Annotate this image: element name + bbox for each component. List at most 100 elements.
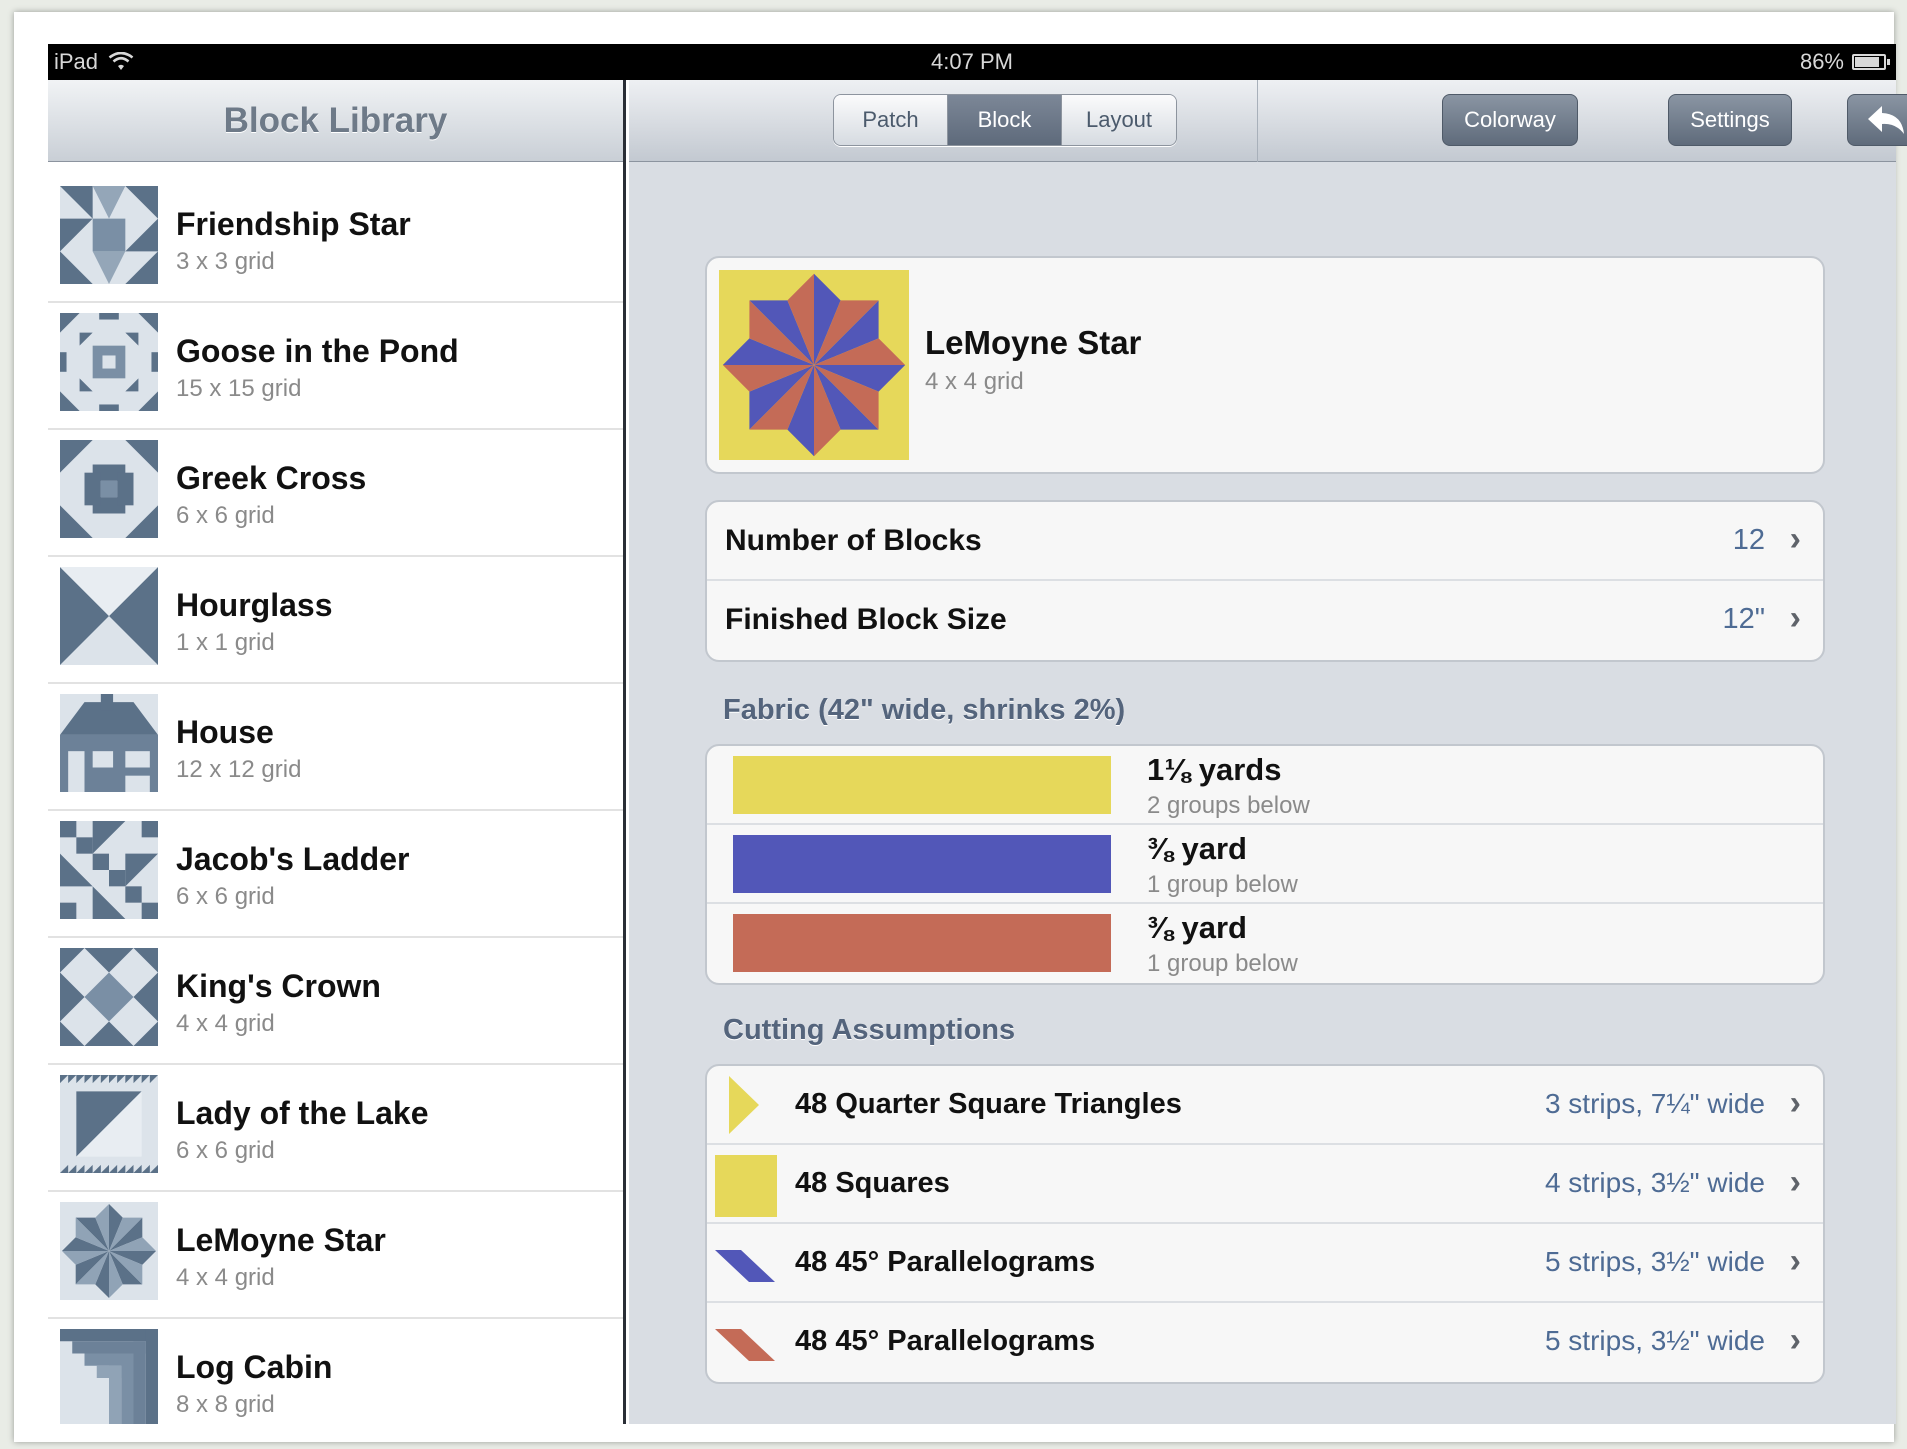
list-item[interactable]: Hourglass 1 x 1 grid [48,557,623,684]
cutting-value: 5 strips, 3½" wide [1544,1246,1765,1277]
selected-block-card: LeMoyne Star 4 x 4 grid [705,256,1825,474]
block-grid: 6 x 6 grid [176,883,275,910]
block-name: House [176,714,274,750]
row-label: Finished Block Size [725,603,1007,636]
block-grid: 4 x 4 grid [176,1264,275,1291]
block-name: Lady of the Lake [176,1095,429,1131]
parallelogram-icon [715,1329,775,1361]
block-grid: 12 x 12 grid [176,756,302,783]
chevron-right-icon: › [1789,1084,1801,1122]
cutting-row[interactable]: 48 Squares 4 strips, 3½" wide › [707,1145,1823,1224]
chevron-right-icon: › [1789,1163,1801,1201]
settings-button[interactable]: Settings [1668,94,1792,146]
list-item[interactable]: Lady of the Lake 6 x 6 grid [48,1065,623,1192]
row-value: 12" [1722,603,1765,635]
sidebar-title: Block Library [48,80,623,162]
cutting-group: 48 Quarter Square Triangles 3 strips, 7¼… [705,1064,1825,1384]
row-value: 12 [1732,524,1765,556]
fabric-row[interactable]: 1⅛ yards 2 groups below [707,746,1823,825]
list-item[interactable]: Goose in the Pond 15 x 15 grid [48,303,623,430]
fabric-row[interactable]: ⅜ yard 1 group below [707,825,1823,904]
fabric-amount: ⅜ yard [1147,910,1247,945]
chevron-right-icon: › [1789,599,1801,637]
tab-patch[interactable]: Patch [834,95,948,145]
block-grid: 3 x 3 grid [176,248,275,275]
number-of-blocks-row[interactable]: Number of Blocks 12 › [707,502,1823,581]
list-item[interactable]: King's Crown 4 x 4 grid [48,938,623,1065]
block-grid: 6 x 6 grid [176,1137,275,1164]
status-bar: iPad 4:07 PM 86% [48,44,1896,80]
cutting-row[interactable]: 48 Quarter Square Triangles 3 strips, 7¼… [707,1066,1823,1145]
block-detail-pane: Patch Block Layout Colorway Settings LeM… [629,80,1907,1424]
cutting-label: 48 Squares [795,1167,950,1199]
block-name: King's Crown [176,968,381,1004]
row-label: Number of Blocks [725,524,982,557]
tab-block[interactable]: Block [948,95,1062,145]
fabric-groups: 1 group below [1147,871,1298,898]
chevron-right-icon: › [1789,1242,1801,1280]
cutting-label: 48 Quarter Square Triangles [795,1088,1182,1120]
cutting-label: 48 45° Parallelograms [795,1325,1096,1357]
fabric-group: 1⅛ yards 2 groups below ⅜ yard 1 group b… [705,744,1825,985]
fabric-groups: 2 groups below [1147,792,1310,819]
list-item[interactable]: House 12 x 12 grid [48,684,623,811]
fabric-swatch [733,835,1111,893]
view-segmented-control: Patch Block Layout [833,94,1177,146]
back-arrow-icon [1868,106,1904,134]
block-grid: 1 x 1 grid [176,629,275,656]
back-button[interactable] [1847,94,1907,146]
log-cabin-icon [60,1329,158,1424]
cutting-row[interactable]: 48 45° Parallelograms 5 strips, 3½" wide… [707,1303,1823,1382]
cutting-row[interactable]: 48 45° Parallelograms 5 strips, 3½" wide… [707,1224,1823,1303]
finished-block-size-row[interactable]: Finished Block Size 12" › [707,581,1823,660]
block-name: Jacob's Ladder [176,841,410,877]
hourglass-icon [60,567,158,665]
parallelogram-icon [715,1250,775,1282]
cutting-label: 48 45° Parallelograms [795,1246,1096,1278]
cutting-section-title: Cutting Assumptions [723,1014,1016,1046]
fabric-amount: ⅜ yard [1147,831,1247,866]
lady-of-the-lake-icon [60,1075,158,1173]
cutting-value: 4 strips, 3½" wide [1544,1167,1765,1198]
cutting-value: 3 strips, 7¼" wide [1544,1088,1765,1119]
block-grid: 6 x 6 grid [176,502,275,529]
house-icon [60,694,158,792]
list-item[interactable]: Log Cabin 8 x 8 grid [48,1319,623,1424]
lemoyne-star-preview-icon [719,270,909,460]
battery-percent: 86% [1799,49,1844,74]
block-settings-group: Number of Blocks 12 › Finished Block Siz… [705,500,1825,662]
fabric-row[interactable]: ⅜ yard 1 group below [707,904,1823,983]
block-name: Friendship Star [176,206,411,242]
colorway-button[interactable]: Colorway [1442,94,1578,146]
kings-crown-icon [60,948,158,1046]
ipad-screen: iPad 4:07 PM 86% Block Library Friendshi… [48,44,1907,1424]
fabric-section-title: Fabric (42" wide, shrinks 2%) [723,694,1126,726]
block-grid: 15 x 15 grid [176,375,302,402]
list-item[interactable]: LeMoyne Star 4 x 4 grid [48,1192,623,1319]
toolbar: Patch Block Layout Colorway Settings [629,80,1907,162]
jacobs-ladder-icon [60,821,158,919]
fabric-swatch [733,756,1111,814]
block-name: Hourglass [176,587,333,623]
greek-cross-icon [60,440,158,538]
block-name: Greek Cross [176,460,367,496]
triangle-icon [729,1076,759,1134]
lemoyne-star-icon [60,1202,158,1300]
friendship-star-icon [60,186,158,284]
battery-icon [1852,54,1890,70]
chevron-right-icon: › [1789,520,1801,558]
block-library-sidebar: Block Library Friendship Star 3 x 3 grid [48,80,626,1424]
fabric-groups: 1 group below [1147,950,1298,977]
square-icon [715,1155,777,1217]
cutting-value: 5 strips, 3½" wide [1544,1325,1765,1356]
list-item[interactable]: Friendship Star 3 x 3 grid [48,176,623,303]
list-item[interactable]: Jacob's Ladder 6 x 6 grid [48,811,623,938]
tab-layout[interactable]: Layout [1062,95,1176,145]
chevron-right-icon: › [1789,1321,1801,1359]
selected-block-grid: 4 x 4 grid [925,368,1024,395]
list-item[interactable]: Greek Cross 6 x 6 grid [48,430,623,557]
fabric-swatch [733,914,1111,972]
block-name: Log Cabin [176,1349,333,1385]
block-grid: 8 x 8 grid [176,1391,275,1418]
block-name: LeMoyne Star [176,1222,386,1258]
